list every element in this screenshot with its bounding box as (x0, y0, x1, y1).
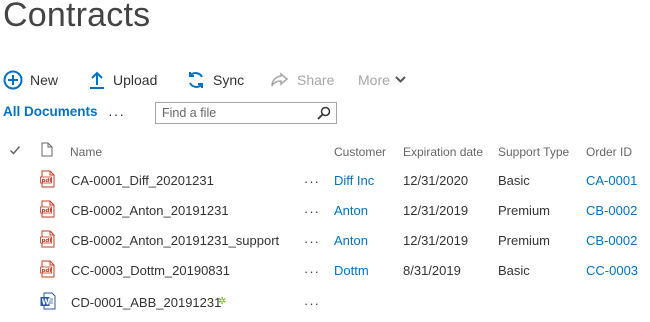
svg-text:pdf: pdf (42, 238, 53, 244)
chevron-down-icon (395, 76, 406, 84)
customer-link[interactable]: Anton (334, 203, 368, 218)
column-header-support-type[interactable]: Support Type (498, 145, 569, 159)
customer-link[interactable]: Anton (334, 233, 368, 248)
file-name-link[interactable]: CD-0001_ABB_20191231 (71, 295, 221, 310)
table-row[interactable]: pdf CC-0003_Dottm_20190831 ··· Dottm 8/31/20… (0, 256, 650, 286)
pdf-file-icon: pdf (40, 230, 56, 253)
order-id-link[interactable]: CC-0003 (586, 263, 638, 278)
more-button[interactable]: More (358, 68, 406, 92)
order-id-link[interactable]: CB-0002 (586, 233, 637, 248)
new-item-marker-icon: ✲ (218, 296, 227, 307)
view-more-button[interactable]: ··· (108, 107, 125, 121)
new-label: New (30, 72, 59, 88)
sync-icon (186, 70, 206, 90)
customer-link[interactable]: Diff Inc (334, 173, 374, 188)
expiration-date: 12/31/2019 (403, 203, 469, 218)
row-more-button[interactable]: ··· (304, 264, 320, 279)
table-row[interactable]: pdf CA-0001_Diff_20201231 ··· Diff Inc 12/31… (0, 166, 650, 196)
file-name-link[interactable]: CA-0001_Diff_20201231 (71, 173, 214, 188)
customer-link[interactable]: Dottm (334, 263, 369, 278)
column-header-expiration[interactable]: Expiration date (403, 145, 483, 159)
new-button[interactable]: New (3, 68, 58, 92)
search-icon[interactable] (317, 106, 331, 125)
share-icon (270, 70, 290, 90)
file-name-link[interactable]: CB-0002_Anton_20191231 (71, 203, 229, 218)
order-id-link[interactable]: CA-0001 (586, 173, 637, 188)
pdf-file-icon: pdf (40, 200, 56, 223)
file-name-link[interactable]: CB-0002_Anton_20191231_support (71, 233, 279, 248)
upload-button[interactable]: Upload (88, 68, 157, 92)
table-row[interactable]: W CD-0001_ABB_20191231 ✲ ··· (0, 288, 650, 318)
order-id-link[interactable]: CB-0002 (586, 203, 637, 218)
pdf-file-icon: pdf (40, 260, 56, 283)
svg-text:W: W (42, 298, 51, 307)
expiration-date: 8/31/2019 (403, 263, 461, 278)
expiration-date: 12/31/2020 (403, 173, 469, 188)
row-more-button[interactable]: ··· (304, 234, 320, 249)
word-file-icon: W (40, 292, 56, 315)
share-button[interactable]: Share (270, 68, 334, 92)
select-all-checkmark-icon[interactable] (9, 144, 21, 159)
search-input[interactable] (156, 103, 312, 123)
support-type: Premium (498, 233, 551, 248)
support-type: Basic (498, 263, 530, 278)
view-all-documents[interactable]: All Documents (3, 104, 98, 119)
column-header-customer[interactable]: Customer (334, 145, 386, 159)
support-type: Basic (498, 173, 530, 188)
row-more-button[interactable]: ··· (304, 296, 320, 311)
search-box[interactable] (155, 102, 337, 124)
table-row[interactable]: pdf CB-0002_Anton_20191231 ··· Anton 12/31/2… (0, 196, 650, 226)
table-row[interactable]: pdf CB-0002_Anton_20191231_support ··· Anto… (0, 226, 650, 256)
svg-text:pdf: pdf (42, 268, 53, 274)
page-title: Contracts (3, 0, 151, 34)
svg-text:pdf: pdf (42, 178, 53, 184)
expiration-date: 12/31/2019 (403, 233, 469, 248)
plus-circle-icon (3, 70, 23, 90)
file-type-header-icon[interactable] (41, 142, 53, 160)
column-header-order-id[interactable]: Order ID (586, 145, 632, 159)
row-more-button[interactable]: ··· (304, 204, 320, 219)
sync-button[interactable]: Sync (186, 68, 244, 92)
upload-label: Upload (113, 72, 158, 88)
file-name-link[interactable]: CC-0003_Dottm_20190831 (71, 263, 230, 278)
pdf-file-icon: pdf (40, 170, 56, 193)
column-header-name[interactable]: Name (70, 145, 102, 159)
svg-text:pdf: pdf (42, 208, 53, 214)
share-label: Share (297, 72, 335, 88)
more-label: More (358, 72, 390, 88)
support-type: Premium (498, 203, 551, 218)
sync-label: Sync (213, 72, 245, 88)
row-more-button[interactable]: ··· (304, 174, 320, 189)
upload-icon (88, 70, 106, 90)
